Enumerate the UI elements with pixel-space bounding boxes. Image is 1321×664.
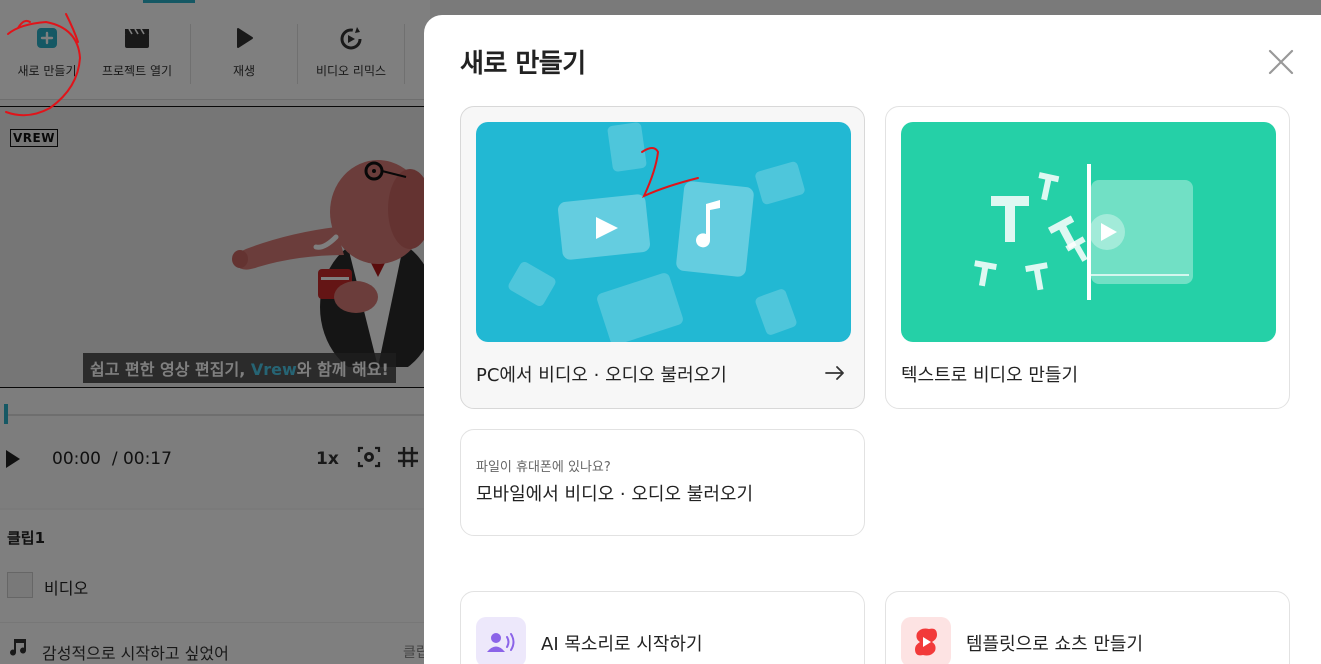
close-icon[interactable] (1266, 47, 1296, 77)
video-subtitle: 쉽고 편한 영상 편집기, Vrew와 함께 해요! (83, 353, 396, 383)
play-icon (230, 24, 258, 52)
arrow-right-icon (825, 366, 844, 380)
ai-voice-card[interactable]: AI 목소리로 시작하기 (460, 591, 865, 664)
main-toolbar: 새로 만들기 프로젝트 열기 재생 비디오 리믹스 (0, 0, 430, 100)
subtitle-brand: Vrew (250, 360, 297, 379)
grid-icon[interactable] (397, 446, 419, 468)
shorts-template-card[interactable]: 템플릿으로 쇼츠 만들기 (885, 591, 1290, 664)
import-from-pc-card[interactable]: PC에서 비디오 · 오디오 불러오기 (460, 106, 865, 409)
timeline-scrubber[interactable] (6, 414, 430, 416)
mobile-import-label: 모바일에서 비디오 · 오디오 불러오기 (476, 484, 754, 505)
import-from-mobile-card[interactable]: 파일이 휴대폰에 있나요? 모바일에서 비디오 · 오디오 불러오기 (460, 429, 865, 536)
pc-import-illustration (476, 122, 851, 342)
text-to-video-label: 텍스트로 비디오 만들기 (901, 365, 1079, 386)
snapshot-icon[interactable] (356, 444, 382, 470)
playhead-handle[interactable] (4, 404, 8, 424)
clip-video-label: 비디오 (44, 579, 89, 598)
clip-subtitle-text[interactable]: 감성적으로 시작하고 싶었어 (42, 640, 229, 664)
toolbar-divider (190, 24, 191, 84)
subtitle-pre: 쉽고 편한 영상 편집기, (90, 360, 251, 379)
clip-list: 클립1 비디오 감성적으로 시작하고 싶었어 클립 (0, 510, 430, 664)
remix-icon (337, 24, 365, 52)
clip-title: 클립1 (7, 529, 46, 547)
elephant-character-image (232, 160, 430, 367)
text-to-video-illustration (901, 122, 1276, 342)
clapperboard-icon (123, 24, 151, 52)
playback-speed-button[interactable]: 1x (316, 449, 339, 469)
video-remix-label: 비디오 리믹스 (315, 64, 387, 78)
open-project-button[interactable]: 프로젝트 열기 (96, 24, 178, 90)
plus-square-icon (33, 24, 61, 52)
pc-import-label: PC에서 비디오 · 오디오 불러오기 (476, 365, 727, 386)
shorts-icon (901, 617, 951, 664)
subtitle-post: 와 함께 해요! (296, 360, 389, 379)
mobile-hint: 파일이 휴대폰에 있나요? (476, 460, 611, 475)
vrew-watermark: VREW (10, 129, 58, 147)
text-to-video-card[interactable]: 텍스트로 비디오 만들기 (885, 106, 1290, 409)
open-project-label: 프로젝트 열기 (101, 64, 173, 78)
modal-title: 새로 만들기 (460, 49, 586, 79)
new-project-modal: 새로 만들기 PC에서 비디오 · 오디오 불러오기 텍스트로 비디오 만들기 … (424, 15, 1321, 664)
video-preview[interactable]: VREW 쉽고 편한 영상 편집기, Vrew와 함께 해요! (0, 106, 430, 388)
new-project-label: 새로 만들기 (17, 64, 77, 78)
toolbar-divider (404, 24, 405, 84)
music-note-icon (10, 639, 27, 656)
play-button[interactable] (6, 450, 20, 468)
ai-voice-icon (476, 617, 526, 664)
video-remix-button[interactable]: 비디오 리믹스 (308, 24, 394, 90)
clip-divider (0, 622, 430, 623)
player-controls: 00:00 / 00:17 1x (0, 388, 430, 508)
total-time: / 00:17 (111, 449, 172, 469)
shorts-template-label: 템플릿으로 쇼츠 만들기 (966, 634, 1144, 655)
play-tool-label: 재생 (232, 64, 256, 78)
toolbar-divider (297, 24, 298, 84)
time-display: 00:00 / 00:17 (52, 449, 172, 469)
play-tool-button[interactable]: 재생 (214, 24, 274, 90)
clip-video-checkbox[interactable] (7, 572, 33, 598)
current-time: 00:00 (52, 449, 101, 469)
active-tab-indicator (143, 0, 195, 3)
ai-voice-label: AI 목소리로 시작하기 (541, 634, 703, 655)
new-project-button[interactable]: 새로 만들기 (12, 24, 82, 90)
